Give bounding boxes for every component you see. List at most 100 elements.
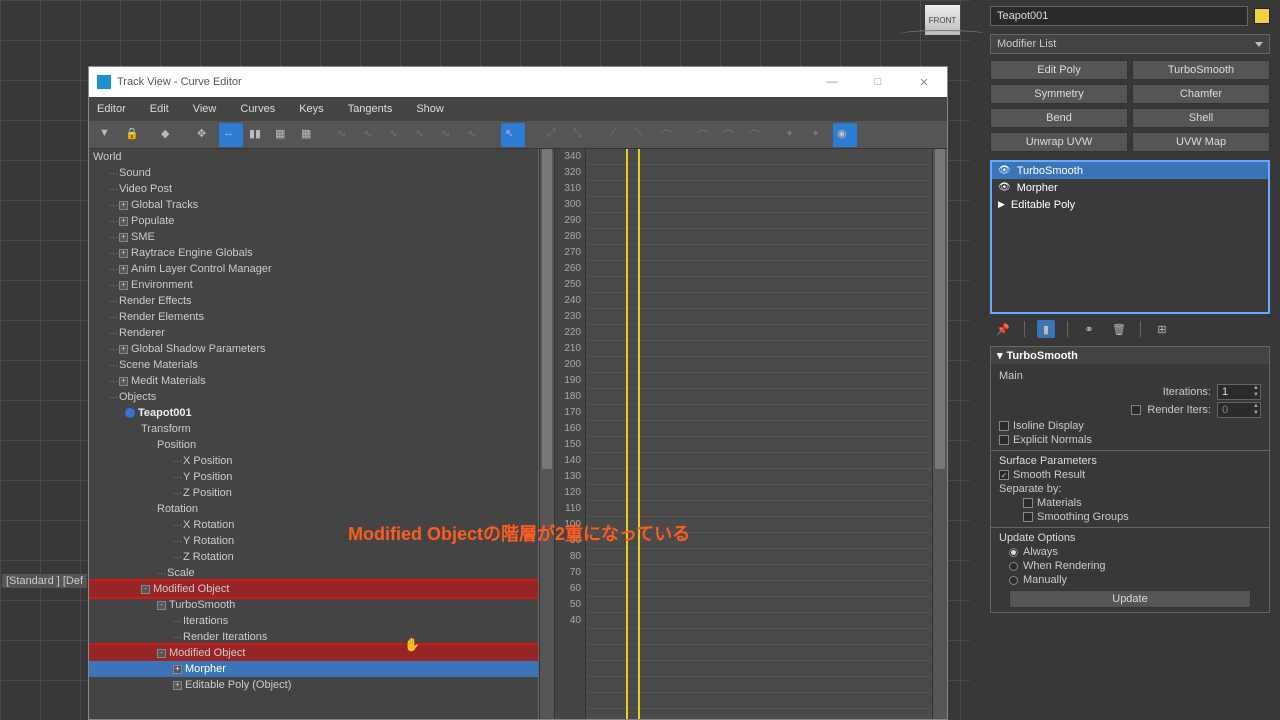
tangent-icon[interactable]: ⌒ bbox=[745, 123, 769, 147]
expand-icon[interactable]: - bbox=[157, 649, 166, 658]
maximize-button[interactable]: □ bbox=[863, 76, 893, 89]
modifier-button[interactable]: Shell bbox=[1132, 108, 1270, 128]
biped-icon[interactable]: ✦ bbox=[781, 123, 805, 147]
tree-scrollbar[interactable] bbox=[539, 149, 554, 719]
menu-editor[interactable]: Editor bbox=[97, 103, 126, 115]
modifier-button[interactable]: TurboSmooth bbox=[1132, 60, 1270, 80]
stack-item[interactable]: 👁TurboSmooth bbox=[992, 162, 1268, 179]
always-radio[interactable]: Always bbox=[1009, 546, 1261, 558]
tree-row[interactable]: Rotation bbox=[89, 501, 538, 517]
tree-row[interactable]: ⋯X Rotation bbox=[89, 517, 538, 533]
menu-show[interactable]: Show bbox=[416, 103, 444, 115]
tree-row[interactable]: ⋯Sound bbox=[89, 165, 538, 181]
tree-row[interactable]: ⋯+Environment bbox=[89, 277, 538, 293]
lock-icon[interactable]: 🔒 bbox=[121, 123, 145, 147]
tree-row[interactable]: ⋯Iterations bbox=[89, 613, 538, 629]
curve-icon[interactable]: ∿ bbox=[437, 123, 461, 147]
tree-row[interactable]: ⋯Render Elements bbox=[89, 309, 538, 325]
tangent-icon[interactable]: ⤢ bbox=[543, 123, 567, 147]
hierarchy-tree[interactable]: World⋯Sound⋯Video Post⋯+Global Tracks⋯+P… bbox=[89, 149, 539, 719]
stack-item[interactable]: 👁Morpher bbox=[992, 179, 1268, 196]
tree-row[interactable]: ⋯Z Rotation bbox=[89, 549, 538, 565]
tree-row[interactable]: ⋯Render Effects bbox=[89, 293, 538, 309]
object-name-field[interactable] bbox=[990, 6, 1248, 26]
titlebar[interactable]: Track View - Curve Editor — □ ✕ bbox=[89, 67, 947, 97]
configure-icon[interactable]: ⊞ bbox=[1153, 320, 1171, 338]
tangent-icon[interactable]: ⌒ bbox=[693, 123, 717, 147]
curve-icon[interactable]: ∿ bbox=[463, 123, 487, 147]
render-iters-checkbox[interactable] bbox=[1131, 405, 1141, 415]
filter-icon[interactable]: ▼ bbox=[95, 123, 119, 147]
tree-row[interactable]: ⋯Objects bbox=[89, 389, 538, 405]
expand-icon[interactable]: - bbox=[141, 585, 150, 594]
modifier-button[interactable]: UVW Map bbox=[1132, 132, 1270, 152]
tree-row[interactable]: -Modified Object bbox=[89, 581, 538, 597]
iterations-spinner[interactable]: 1▲▼ bbox=[1217, 384, 1261, 400]
minimize-button[interactable]: — bbox=[817, 76, 847, 89]
move-keys-icon[interactable]: ✥ bbox=[193, 123, 217, 147]
graph-scrollbar[interactable] bbox=[932, 149, 947, 719]
biped-icon[interactable]: ✦ bbox=[807, 123, 831, 147]
modifier-list-dropdown[interactable]: Modifier List bbox=[990, 34, 1270, 54]
expand-caret-icon[interactable]: ▶ bbox=[998, 199, 1005, 210]
visibility-icon[interactable]: 👁 bbox=[998, 165, 1011, 176]
pin-stack-icon[interactable]: 📌 bbox=[994, 320, 1012, 338]
update-button[interactable]: Update bbox=[1009, 590, 1251, 608]
modifier-button[interactable]: Symmetry bbox=[990, 84, 1128, 104]
close-button[interactable]: ✕ bbox=[909, 76, 939, 89]
tree-row[interactable]: ⋯X Position bbox=[89, 453, 538, 469]
make-unique-icon[interactable]: ⚭ bbox=[1080, 320, 1098, 338]
tangent-icon[interactable]: ⟍ bbox=[631, 123, 655, 147]
modifier-stack[interactable]: 👁TurboSmooth👁Morpher▶Editable Poly bbox=[990, 160, 1270, 314]
render-iters-spinner[interactable]: 0▲▼ bbox=[1217, 402, 1261, 418]
menu-view[interactable]: View bbox=[193, 103, 217, 115]
slide-keys-icon[interactable]: ↔ bbox=[219, 123, 243, 147]
smoothing-groups-checkbox[interactable] bbox=[1023, 512, 1033, 522]
tree-row[interactable]: ⋯+Raytrace Engine Globals bbox=[89, 245, 538, 261]
tree-row[interactable]: ⋯+Populate bbox=[89, 213, 538, 229]
curve-graph[interactable] bbox=[586, 149, 932, 719]
curve-icon[interactable]: ∿ bbox=[359, 123, 383, 147]
time-cursor[interactable] bbox=[626, 149, 628, 719]
show-selected-icon[interactable]: ◉ bbox=[833, 123, 857, 147]
expand-icon[interactable]: - bbox=[157, 601, 166, 610]
tree-row[interactable]: ⋯Scene Materials bbox=[89, 357, 538, 373]
tangent-icon[interactable]: ⌒ bbox=[719, 123, 743, 147]
materials-checkbox[interactable] bbox=[1023, 498, 1033, 508]
tree-row[interactable]: ⋯Scale bbox=[89, 565, 538, 581]
curve-icon[interactable]: ∿ bbox=[385, 123, 409, 147]
tree-row[interactable]: Transform bbox=[89, 421, 538, 437]
expand-icon[interactable]: + bbox=[119, 281, 128, 290]
tree-row[interactable]: ⋯Y Position bbox=[89, 469, 538, 485]
modifier-button[interactable]: Chamfer bbox=[1132, 84, 1270, 104]
manually-radio[interactable]: Manually bbox=[1009, 574, 1261, 586]
tree-row[interactable]: ⋯Renderer bbox=[89, 325, 538, 341]
expand-icon[interactable]: + bbox=[119, 265, 128, 274]
explicit-normals-checkbox[interactable] bbox=[999, 435, 1009, 445]
smooth-result-checkbox[interactable]: ✓ bbox=[999, 470, 1009, 480]
selection-arrow-icon[interactable]: ↖ bbox=[501, 123, 525, 147]
tree-row[interactable]: World bbox=[89, 149, 538, 165]
expand-icon[interactable]: + bbox=[119, 233, 128, 242]
tree-row[interactable]: ⋯+SME bbox=[89, 229, 538, 245]
tree-row[interactable]: Position bbox=[89, 437, 538, 453]
tangent-icon[interactable]: ⟋ bbox=[605, 123, 629, 147]
expand-icon[interactable]: + bbox=[173, 681, 182, 690]
tree-row[interactable]: Teapot001 bbox=[89, 405, 538, 421]
tangent-icon[interactable]: ⤡ bbox=[569, 123, 593, 147]
object-color-swatch[interactable] bbox=[1254, 8, 1270, 24]
tool-icon[interactable]: ◆ bbox=[157, 123, 181, 147]
tree-row[interactable]: ⋯Z Position bbox=[89, 485, 538, 501]
menu-keys[interactable]: Keys bbox=[299, 103, 323, 115]
snap-icon[interactable]: ▦ bbox=[271, 123, 295, 147]
tree-row[interactable]: ⋯Y Rotation bbox=[89, 533, 538, 549]
isoline-checkbox[interactable] bbox=[999, 421, 1009, 431]
expand-icon[interactable]: + bbox=[173, 665, 182, 674]
menu-curves[interactable]: Curves bbox=[240, 103, 275, 115]
tree-row[interactable]: ⋯+Global Shadow Parameters bbox=[89, 341, 538, 357]
tree-row[interactable]: ⋯+Anim Layer Control Manager bbox=[89, 261, 538, 277]
expand-icon[interactable]: + bbox=[119, 249, 128, 258]
stack-item[interactable]: ▶Editable Poly bbox=[992, 196, 1268, 213]
tree-row[interactable]: ⋯+Medit Materials bbox=[89, 373, 538, 389]
tree-row[interactable]: ⋯+Global Tracks bbox=[89, 197, 538, 213]
